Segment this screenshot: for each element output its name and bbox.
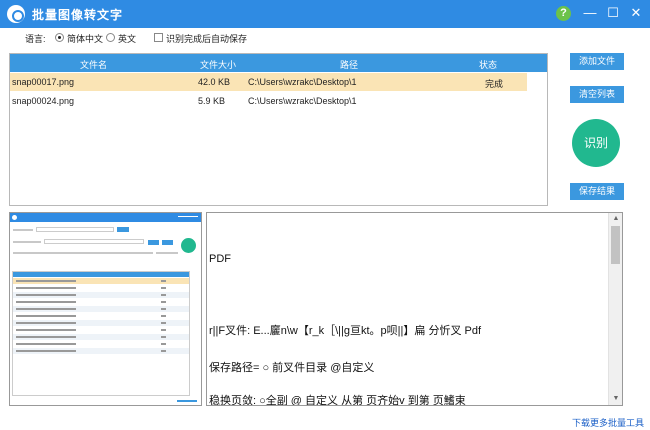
- ocr-result-textarea[interactable]: PDF r||F叉件: E...廲n\w【r_k［\||g亘kt。p呗||】扁 …: [206, 212, 623, 406]
- column-header-filename[interactable]: 文件名: [80, 58, 107, 71]
- cell-filesize: 5.9 KB: [198, 96, 226, 106]
- preview-list-row: [13, 341, 189, 347]
- column-header-status[interactable]: 状态: [479, 58, 497, 71]
- recognize-button[interactable]: 识别: [572, 119, 620, 167]
- scroll-up-icon[interactable]: ▲: [609, 213, 622, 225]
- add-files-button[interactable]: 添加文件: [570, 53, 624, 70]
- maximize-icon[interactable]: ☐: [603, 3, 623, 23]
- preview-list-row: [13, 327, 189, 333]
- radio-english-label[interactable]: 英文: [118, 32, 136, 45]
- app-logo-icon: [7, 5, 25, 23]
- preview-list-row: [13, 348, 189, 354]
- clear-list-button[interactable]: 清空列表: [570, 86, 624, 103]
- preview-app-icon: [12, 215, 17, 220]
- close-icon[interactable]: ✕: [626, 3, 646, 23]
- radio-english[interactable]: [106, 33, 115, 42]
- preview-title-bar: [10, 213, 201, 222]
- preview-list-row: [13, 278, 189, 284]
- ocr-line: PDF: [209, 253, 231, 265]
- ocr-line: 保存路径= ○ 前叉件目录 @自定义: [209, 362, 375, 374]
- cell-status: 完成: [485, 79, 504, 89]
- title-bar: 批量图像转文字 ? — ☐ ✕: [0, 0, 650, 28]
- image-preview: [9, 212, 202, 406]
- preview-list-row: [13, 285, 189, 291]
- preview-list-row: [13, 306, 189, 312]
- preview-button: [162, 240, 173, 245]
- ocr-line: 稳换页敛: ○全副 @ 自定义 从第 页齐始v 到第 页鰭束: [209, 395, 466, 406]
- column-header-filesize[interactable]: 文件大小: [200, 58, 236, 71]
- minimize-icon[interactable]: —: [580, 3, 600, 23]
- preview-list: [12, 271, 190, 396]
- vertical-scrollbar[interactable]: ▲ ▼: [608, 213, 622, 405]
- preview-button: [117, 227, 129, 232]
- preview-window-buttons: [178, 216, 198, 219]
- preview-text: [13, 229, 33, 231]
- preview-link: [177, 400, 197, 402]
- scrollbar-thumb[interactable]: [611, 226, 620, 264]
- ocr-line: r||F叉件: E...廲n\w【r_k［\||g亘kt。p呗||】扁 分忻叉 …: [209, 325, 482, 337]
- preview-list-row: [13, 334, 189, 340]
- scroll-down-icon[interactable]: ▼: [609, 393, 622, 405]
- preview-text: [13, 252, 153, 254]
- cell-path: C:\Users\wzrakc\Desktop\1: [248, 77, 357, 87]
- autosave-checkbox-label[interactable]: 识别完成后自动保存: [166, 32, 247, 45]
- cell-filename: snap00024.png: [12, 96, 75, 106]
- download-more-tools-link[interactable]: 下载更多批量工具: [572, 416, 644, 429]
- preview-input: [44, 239, 144, 244]
- help-icon[interactable]: ?: [556, 6, 571, 21]
- language-label: 语言:: [25, 34, 46, 44]
- preview-text: [13, 241, 41, 243]
- preview-list-row: [13, 313, 189, 319]
- radio-simplified-chinese-label[interactable]: 简体中文: [67, 32, 103, 45]
- radio-simplified-chinese[interactable]: [55, 33, 64, 42]
- cell-path: C:\Users\wzrakc\Desktop\1: [248, 96, 357, 106]
- table-header: 文件名 文件大小 路径 状态: [10, 54, 547, 72]
- preview-input: [36, 227, 114, 232]
- preview-list-header: [13, 272, 189, 277]
- preview-list-row: [13, 292, 189, 298]
- cell-filesize: 42.0 KB: [198, 77, 231, 87]
- table-row[interactable]: snap00017.png 42.0 KB C:\Users\wzrakc\De…: [10, 73, 527, 91]
- preview-recognize-icon: [181, 238, 196, 253]
- preview-text: [156, 252, 178, 254]
- column-header-path[interactable]: 路径: [340, 58, 358, 71]
- table-row[interactable]: snap00024.png 5.9 KB C:\Users\wzrakc\Des…: [10, 92, 527, 110]
- save-results-button[interactable]: 保存结果: [570, 183, 624, 200]
- preview-button: [148, 240, 159, 245]
- options-row: 语言: 简体中文 英文 识别完成后自动保存: [0, 30, 400, 46]
- cell-filename: snap00017.png: [12, 77, 75, 87]
- file-table[interactable]: 文件名 文件大小 路径 状态 snap00017.png 42.0 KB C:\…: [9, 53, 548, 206]
- window-title: 批量图像转文字: [32, 8, 124, 22]
- preview-list-row: [13, 320, 189, 326]
- preview-list-row: [13, 299, 189, 305]
- autosave-checkbox[interactable]: [154, 33, 163, 42]
